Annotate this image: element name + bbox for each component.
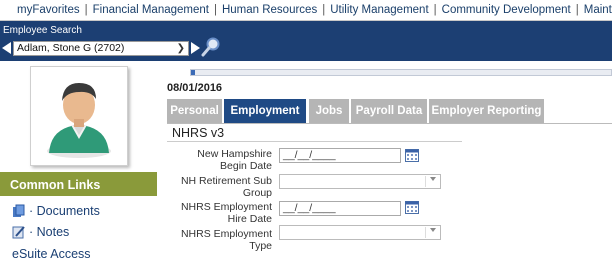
tab-payroll-data[interactable]: Payroll Data xyxy=(351,99,427,123)
employee-search-label: Employee Search xyxy=(3,25,82,36)
nh-begin-date-label: New Hampshire Begin Date xyxy=(197,148,272,172)
search-icon[interactable] xyxy=(200,36,222,58)
effective-date: 08/01/2016 xyxy=(167,82,223,94)
top-navigation: myFavorites | Financial Management | Hum… xyxy=(0,0,612,21)
nav-separator: | xyxy=(575,4,579,16)
nav-myfavorites[interactable]: myFavorites xyxy=(17,4,80,16)
nav-separator: | xyxy=(433,4,437,16)
next-employee-arrow-icon[interactable] xyxy=(191,42,200,54)
tab-strip-divider xyxy=(167,123,612,124)
tab-personal[interactable]: Personal xyxy=(167,99,222,123)
notes-link-label: · Notes xyxy=(29,225,70,239)
chevron-down-icon: ❯ xyxy=(176,43,185,54)
nhrs-employment-type-select[interactable] xyxy=(279,225,441,240)
nav-separator: | xyxy=(84,4,88,16)
nav-utility-management[interactable]: Utility Management xyxy=(330,4,428,16)
nav-separator: | xyxy=(322,4,326,16)
common-links-header: Common Links xyxy=(0,172,157,196)
employee-select-value: Adlam, Stone G (2702) xyxy=(17,42,125,54)
chevron-down-icon xyxy=(430,228,436,232)
tab-employment[interactable]: Employment xyxy=(224,99,306,123)
avatar-icon xyxy=(47,83,111,158)
nhrs-hire-date-input[interactable]: __/__/____ xyxy=(279,201,401,216)
section-divider xyxy=(167,141,462,142)
calendar-icon[interactable] xyxy=(405,201,419,214)
section-title: NHRS v3 xyxy=(172,126,225,140)
notes-icon xyxy=(12,226,25,239)
previous-employee-arrow-icon[interactable] xyxy=(2,42,11,54)
select-divider xyxy=(425,227,426,238)
documents-link-label: · Documents xyxy=(29,204,100,218)
employee-select[interactable]: Adlam, Stone G (2702) ❯ xyxy=(13,41,189,56)
nav-community-development[interactable]: Community Development xyxy=(442,4,571,16)
nhrs-hire-date-label: NHRS Employment Hire Date xyxy=(180,201,272,225)
nhrs-employment-type-label: NHRS Employment Type xyxy=(180,228,272,252)
nh-begin-date-input[interactable]: __/__/____ xyxy=(279,148,401,163)
documents-link[interactable]: · Documents xyxy=(12,204,100,218)
select-divider xyxy=(425,176,426,187)
timeline-progress-fill xyxy=(191,70,195,75)
nav-maintenance[interactable]: Maintenance xyxy=(584,4,612,16)
nh-retirement-sub-group-select[interactable] xyxy=(279,174,441,189)
chevron-down-icon xyxy=(430,177,436,181)
tab-employer-reporting[interactable]: Employer Reporting xyxy=(429,99,544,123)
documents-icon xyxy=(13,204,25,217)
employee-photo-frame xyxy=(30,66,128,166)
tab-jobs[interactable]: Jobs xyxy=(309,99,349,123)
nav-separator: | xyxy=(213,4,217,16)
effective-date-timeline[interactable] xyxy=(190,69,612,76)
esuite-access-link[interactable]: eSuite Access xyxy=(12,247,91,258)
nh-retirement-sub-group-label: NH Retirement Sub Group xyxy=(180,175,272,199)
nav-human-resources[interactable]: Human Resources xyxy=(222,4,317,16)
notes-link[interactable]: · Notes xyxy=(12,225,69,239)
nav-financial-management[interactable]: Financial Management xyxy=(93,4,209,16)
calendar-icon[interactable] xyxy=(405,149,419,162)
